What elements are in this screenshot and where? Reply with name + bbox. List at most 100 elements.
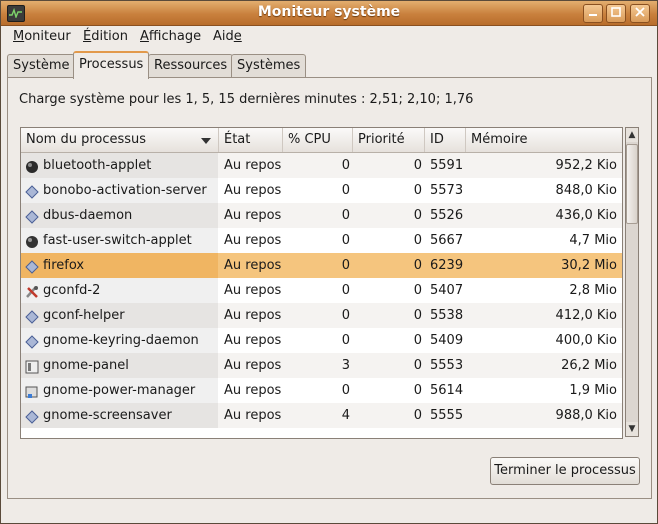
minimize-button[interactable] bbox=[583, 4, 603, 23]
process-priority: 0 bbox=[413, 358, 422, 373]
bluetooth-icon bbox=[25, 158, 39, 173]
diamond-icon bbox=[25, 333, 39, 349]
process-cpu: 4 bbox=[341, 408, 350, 423]
column-header-state[interactable]: État bbox=[219, 128, 283, 152]
process-cpu: 0 bbox=[341, 208, 350, 223]
title-bar[interactable]: Moniteur système bbox=[1, 1, 657, 26]
scroll-up-arrow-icon[interactable]: ▲ bbox=[626, 128, 638, 142]
menu-edit[interactable]: Édition bbox=[83, 29, 128, 44]
maximize-icon bbox=[611, 7, 621, 17]
process-state: Au repos bbox=[224, 283, 282, 298]
table-row[interactable]: dbus-daemon Au repos 0 0 5526 436,0 Kio bbox=[21, 203, 622, 228]
column-header-cpu[interactable]: % CPU bbox=[283, 128, 353, 152]
process-state: Au repos bbox=[224, 408, 282, 423]
process-table[interactable]: Nom du processus État % CPU Priorité ID … bbox=[20, 127, 623, 439]
process-state: Au repos bbox=[224, 383, 282, 398]
process-cpu: 0 bbox=[341, 333, 350, 348]
process-state: Au repos bbox=[224, 333, 282, 348]
process-priority: 0 bbox=[413, 283, 422, 298]
process-priority: 0 bbox=[413, 233, 422, 248]
process-id: 5526 bbox=[430, 208, 464, 223]
process-memory: 412,0 Kio bbox=[555, 308, 617, 323]
process-state: Au repos bbox=[224, 233, 282, 248]
user-switch-icon bbox=[25, 233, 39, 248]
load-average-label: Charge système pour les 1, 5, 15 dernièr… bbox=[19, 92, 474, 107]
end-process-button[interactable]: Terminer le processus bbox=[490, 457, 640, 485]
process-id: 5409 bbox=[430, 333, 464, 348]
process-priority: 0 bbox=[413, 208, 422, 223]
process-name: gnome-panel bbox=[43, 358, 129, 373]
tools-icon bbox=[25, 283, 39, 298]
process-id: 6239 bbox=[430, 258, 464, 273]
close-button[interactable] bbox=[630, 4, 650, 23]
process-id: 5407 bbox=[430, 283, 464, 298]
process-cpu: 0 bbox=[341, 183, 350, 198]
process-name: gnome-keyring-daemon bbox=[43, 333, 199, 348]
process-name: fast-user-switch-applet bbox=[43, 233, 192, 248]
process-priority: 0 bbox=[413, 408, 422, 423]
process-cpu: 0 bbox=[341, 158, 350, 173]
table-row[interactable]: gnome-power-manager Au repos 0 0 5614 1,9 Mio bbox=[21, 378, 622, 403]
menu-view[interactable]: Affichage bbox=[140, 29, 201, 44]
process-name: dbus-daemon bbox=[43, 208, 133, 223]
close-icon bbox=[635, 7, 645, 17]
process-id: 5553 bbox=[430, 358, 464, 373]
process-name: bonobo-activation-server bbox=[43, 183, 207, 198]
system-monitor-window: Moniteur système Moniteur Édition Affich… bbox=[0, 0, 658, 524]
menu-monitor[interactable]: Moniteur bbox=[13, 29, 71, 44]
process-memory: 952,2 Kio bbox=[555, 158, 617, 173]
process-id: 5573 bbox=[430, 183, 464, 198]
process-priority: 0 bbox=[413, 333, 422, 348]
process-memory: 30,2 Mio bbox=[561, 258, 617, 273]
process-state: Au repos bbox=[224, 208, 282, 223]
sort-descending-icon bbox=[201, 138, 211, 144]
process-priority: 0 bbox=[413, 383, 422, 398]
menu-help[interactable]: Aide bbox=[213, 29, 242, 44]
process-name: gnome-screensaver bbox=[43, 408, 172, 423]
diamond-icon bbox=[25, 183, 39, 199]
column-header-name[interactable]: Nom du processus bbox=[21, 128, 219, 152]
table-row[interactable]: gnome-keyring-daemon Au repos 0 0 5409 400,0 … bbox=[21, 328, 622, 353]
table-row[interactable]: bluetooth-applet Au repos 0 0 5591 952,2 Kio bbox=[21, 153, 622, 178]
vertical-scrollbar[interactable]: ▲ ▼ bbox=[625, 127, 639, 437]
process-memory: 436,0 Kio bbox=[555, 208, 617, 223]
process-name: firefox bbox=[43, 258, 85, 273]
process-state: Au repos bbox=[224, 258, 282, 273]
process-priority: 0 bbox=[413, 183, 422, 198]
panel-icon bbox=[25, 358, 39, 374]
maximize-button[interactable] bbox=[606, 4, 626, 23]
process-memory: 988,0 Kio bbox=[555, 408, 617, 423]
tab-resources[interactable]: Ressources bbox=[148, 54, 234, 77]
process-memory: 400,0 Kio bbox=[555, 333, 617, 348]
process-cpu: 3 bbox=[341, 358, 350, 373]
minimize-icon bbox=[589, 14, 597, 16]
tab-system[interactable]: Système bbox=[7, 54, 76, 77]
process-state: Au repos bbox=[224, 308, 282, 323]
scrollbar-thumb[interactable] bbox=[626, 144, 638, 224]
table-row[interactable]: gconf-helper Au repos 0 0 5538 412,0 Kio bbox=[21, 303, 622, 328]
process-cpu: 0 bbox=[341, 233, 350, 248]
power-manager-icon bbox=[25, 383, 39, 398]
process-name: gconf-helper bbox=[43, 308, 125, 323]
process-rows: bluetooth-applet Au repos 0 0 5591 952,2 Kio b… bbox=[21, 153, 622, 428]
process-cpu: 0 bbox=[341, 308, 350, 323]
table-row[interactable]: bonobo-activation-server Au repos 0 0 5573 84… bbox=[21, 178, 622, 203]
process-id: 5555 bbox=[430, 408, 464, 423]
table-row[interactable]: gnome-panel Au repos 3 0 5553 26,2 Mio bbox=[21, 353, 622, 378]
diamond-icon bbox=[25, 308, 39, 324]
table-row[interactable]: fast-user-switch-applet Au repos 0 0 5667 4,7… bbox=[21, 228, 622, 253]
menu-bar: Moniteur Édition Affichage Aide bbox=[1, 26, 657, 48]
table-header: Nom du processus État % CPU Priorité ID … bbox=[21, 128, 622, 153]
process-cpu: 0 bbox=[341, 383, 350, 398]
column-header-memory[interactable]: Mémoire bbox=[466, 128, 622, 152]
table-row[interactable]: gconfd-2 Au repos 0 0 5407 2,8 Mio bbox=[21, 278, 622, 303]
table-row[interactable]: gnome-screensaver Au repos 4 0 5555 988,0 Kio bbox=[21, 403, 622, 428]
process-state: Au repos bbox=[224, 358, 282, 373]
process-priority: 0 bbox=[413, 158, 422, 173]
scroll-down-arrow-icon[interactable]: ▼ bbox=[626, 422, 638, 436]
tab-file-systems[interactable]: Systèmes de fichiers bbox=[231, 54, 307, 117]
column-header-id[interactable]: ID bbox=[425, 128, 466, 152]
tab-processes[interactable]: Processus bbox=[73, 51, 150, 79]
column-header-priority[interactable]: Priorité bbox=[353, 128, 425, 152]
table-row[interactable]: firefox Au repos 0 0 6239 30,2 Mio bbox=[21, 253, 622, 278]
